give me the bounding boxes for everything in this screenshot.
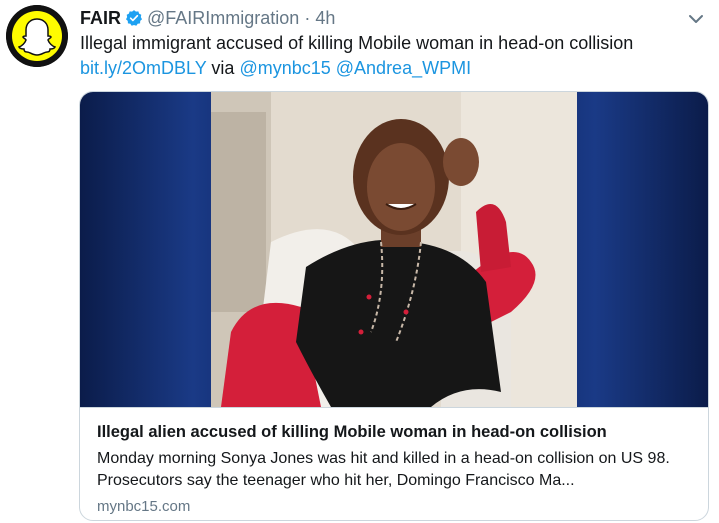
card-photo xyxy=(211,92,577,407)
separator-dot: · xyxy=(304,7,311,28)
tweet-text: Illegal immigrant accused of killing Mob… xyxy=(80,31,699,81)
mention-mynbc15[interactable]: @mynbc15 xyxy=(239,58,330,78)
card-domain: mynbc15.com xyxy=(97,498,191,515)
card-body[interactable]: Illegal alien accused of killing Mobile … xyxy=(80,407,708,520)
account-handle[interactable]: @FAIRImmigration xyxy=(147,8,299,29)
tweet-links-line: bit.ly/2OmDBLY via @mynbc15 @Andrea_WPMI xyxy=(80,56,699,81)
tweet-body: Illegal immigrant accused of killing Mob… xyxy=(80,33,634,53)
tweet-timestamp[interactable]: 4h xyxy=(315,8,335,29)
card-image[interactable] xyxy=(80,92,708,407)
tweet-header: FAIR @FAIRImmigration · 4h xyxy=(80,6,689,30)
avatar[interactable] xyxy=(6,5,68,67)
snapcode-ghost-icon xyxy=(6,5,68,67)
account-name[interactable]: FAIR xyxy=(80,8,121,29)
card-description: Monday morning Sonya Jones was hit and k… xyxy=(97,450,670,489)
verified-badge-icon xyxy=(125,10,143,26)
chevron-down-icon[interactable] xyxy=(687,10,705,28)
woman-photo-illustration xyxy=(211,92,577,407)
mention-andrea-wpmi[interactable]: @Andrea_WPMI xyxy=(336,58,471,78)
via-text: via xyxy=(211,58,235,78)
tweet-link[interactable]: bit.ly/2OmDBLY xyxy=(80,58,206,78)
link-preview-card[interactable]: Illegal alien accused of killing Mobile … xyxy=(79,91,709,521)
card-title: Illegal alien accused of killing Mobile … xyxy=(97,423,607,441)
